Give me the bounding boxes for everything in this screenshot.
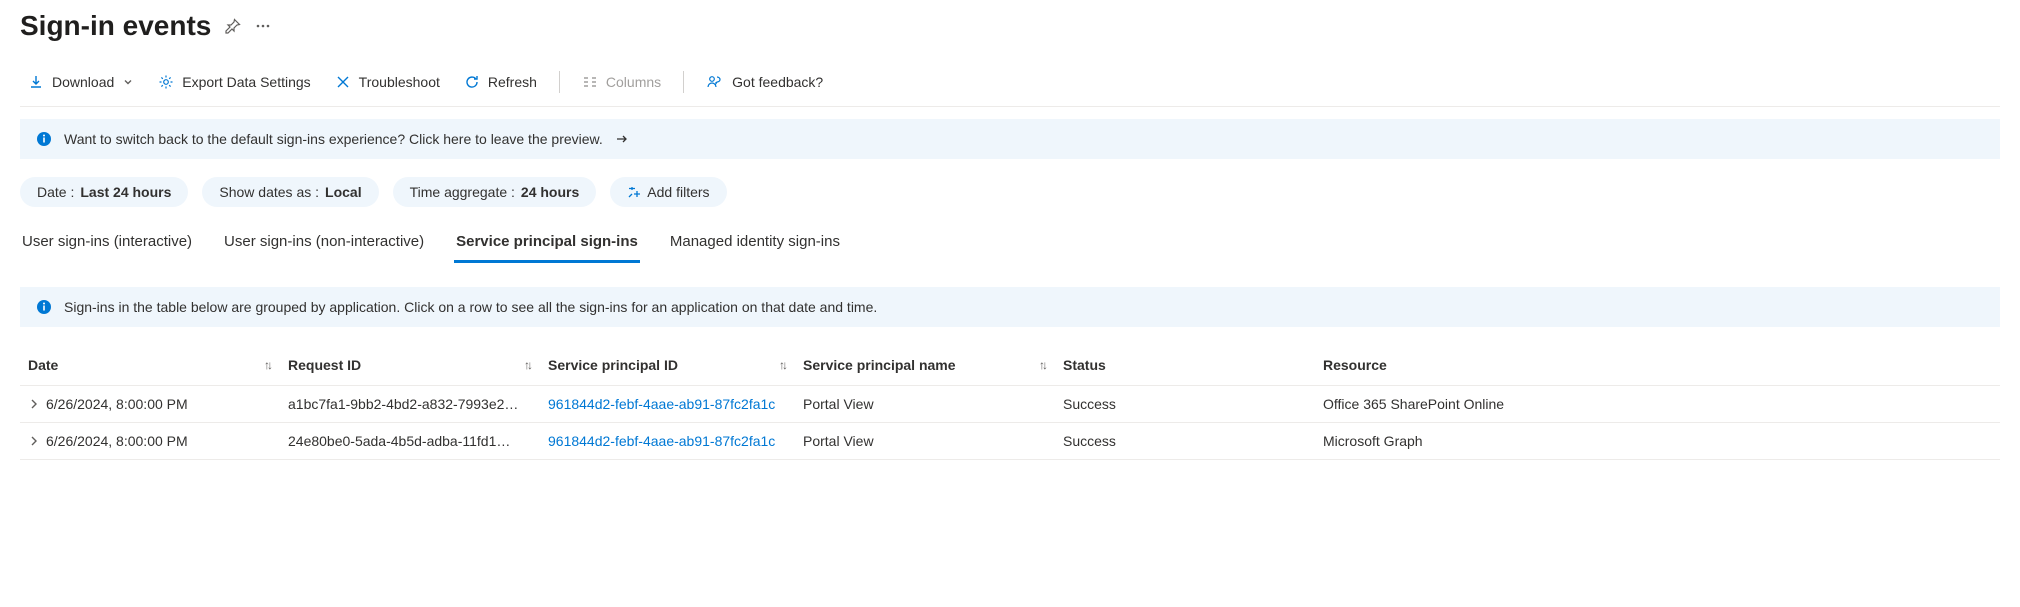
info-icon (36, 131, 52, 147)
col-sp-name[interactable]: Service principal name ↑↓ (803, 357, 1063, 373)
pin-icon[interactable] (225, 18, 241, 34)
columns-button: Columns (574, 70, 669, 94)
tab-managed-identity-signins[interactable]: Managed identity sign-ins (668, 225, 842, 263)
chevron-right-icon (28, 398, 40, 410)
troubleshoot-button[interactable]: Troubleshoot (327, 70, 448, 94)
cell-date: 6/26/2024, 8:00:00 PM (46, 396, 188, 412)
table-row[interactable]: 6/26/2024, 8:00:00 PM 24e80be0-5ada-4b5d… (20, 423, 2000, 460)
tab-service-principal-signins[interactable]: Service principal sign-ins (454, 225, 640, 263)
cell-request-id: 24e80be0-5ada-4b5d-adba-11fd1… (288, 433, 548, 449)
filter-agg-label: Time aggregate : (410, 184, 515, 200)
preview-banner[interactable]: Want to switch back to the default sign-… (20, 119, 2000, 159)
col-status-label: Status (1063, 357, 1106, 373)
filter-date[interactable]: Date : Last 24 hours (20, 177, 188, 207)
toolbar: Download Export Data Settings Troublesho… (20, 70, 2000, 107)
filter-time-aggregate[interactable]: Time aggregate : 24 hours (393, 177, 597, 207)
col-sp-id-label: Service principal ID (548, 357, 678, 373)
export-data-settings-button[interactable]: Export Data Settings (150, 70, 318, 94)
col-sp-id[interactable]: Service principal ID ↑↓ (548, 357, 803, 373)
cell-sp-name: Portal View (803, 396, 1063, 412)
add-filters-label: Add filters (647, 184, 709, 200)
sort-icon: ↑↓ (1039, 358, 1045, 372)
tabs: User sign-ins (interactive) User sign-in… (20, 225, 2000, 263)
columns-label: Columns (606, 74, 661, 90)
filter-dates-as-value: Local (325, 184, 362, 200)
filter-dates-as-label: Show dates as : (219, 184, 319, 200)
cell-status: Success (1063, 433, 1323, 449)
cell-date: 6/26/2024, 8:00:00 PM (46, 433, 188, 449)
filter-date-value: Last 24 hours (80, 184, 171, 200)
col-date-label: Date (28, 357, 58, 373)
export-label: Export Data Settings (182, 74, 310, 90)
download-button[interactable]: Download (20, 70, 142, 94)
sort-icon: ↑↓ (779, 358, 785, 372)
table-row[interactable]: 6/26/2024, 8:00:00 PM a1bc7fa1-9bb2-4bd2… (20, 386, 2000, 423)
columns-icon (582, 74, 598, 90)
feedback-icon (706, 74, 724, 90)
cell-sp-id[interactable]: 961844d2-febf-4aae-ab91-87fc2fa1c (548, 396, 803, 412)
col-request-id[interactable]: Request ID ↑↓ (288, 357, 548, 373)
chevron-down-icon (122, 76, 134, 88)
gear-icon (158, 74, 174, 90)
col-status[interactable]: Status (1063, 357, 1323, 373)
group-banner: Sign-ins in the table below are grouped … (20, 287, 2000, 327)
separator (559, 71, 560, 93)
table-header: Date ↑↓ Request ID ↑↓ Service principal … (20, 345, 2000, 386)
download-icon (28, 74, 44, 90)
filter-icon (627, 185, 641, 199)
filter-agg-value: 24 hours (521, 184, 579, 200)
troubleshoot-label: Troubleshoot (359, 74, 440, 90)
refresh-icon (464, 74, 480, 90)
col-date[interactable]: Date ↑↓ (28, 357, 288, 373)
sort-icon: ↑↓ (264, 358, 270, 372)
group-banner-text: Sign-ins in the table below are grouped … (64, 299, 877, 315)
separator (683, 71, 684, 93)
arrow-right-icon (615, 132, 629, 146)
info-icon (36, 299, 52, 315)
cell-request-id: a1bc7fa1-9bb2-4bd2-a832-7993e2… (288, 396, 548, 412)
feedback-button[interactable]: Got feedback? (698, 70, 831, 94)
more-icon[interactable] (255, 18, 271, 34)
cell-sp-id[interactable]: 961844d2-febf-4aae-ab91-87fc2fa1c (548, 433, 803, 449)
chevron-right-icon (28, 435, 40, 447)
feedback-label: Got feedback? (732, 74, 823, 90)
col-sp-name-label: Service principal name (803, 357, 956, 373)
cell-status: Success (1063, 396, 1323, 412)
cell-resource: Microsoft Graph (1323, 433, 1992, 449)
filter-dates-as[interactable]: Show dates as : Local (202, 177, 378, 207)
col-request-id-label: Request ID (288, 357, 361, 373)
filter-date-label: Date : (37, 184, 74, 200)
troubleshoot-icon (335, 74, 351, 90)
cell-resource: Office 365 SharePoint Online (1323, 396, 1992, 412)
sort-icon: ↑↓ (524, 358, 530, 372)
add-filters-button[interactable]: Add filters (610, 177, 726, 207)
col-resource[interactable]: Resource (1323, 357, 1992, 373)
cell-sp-name: Portal View (803, 433, 1063, 449)
page-header: Sign-in events (20, 10, 2000, 42)
tab-user-signins-interactive[interactable]: User sign-ins (interactive) (20, 225, 194, 263)
col-resource-label: Resource (1323, 357, 1387, 373)
filter-row: Date : Last 24 hours Show dates as : Loc… (20, 177, 2000, 207)
download-label: Download (52, 74, 114, 90)
refresh-button[interactable]: Refresh (456, 70, 545, 94)
signins-table: Date ↑↓ Request ID ↑↓ Service principal … (20, 345, 2000, 460)
preview-banner-text: Want to switch back to the default sign-… (64, 131, 603, 147)
refresh-label: Refresh (488, 74, 537, 90)
page-title: Sign-in events (20, 10, 211, 42)
tab-user-signins-noninteractive[interactable]: User sign-ins (non-interactive) (222, 225, 426, 263)
